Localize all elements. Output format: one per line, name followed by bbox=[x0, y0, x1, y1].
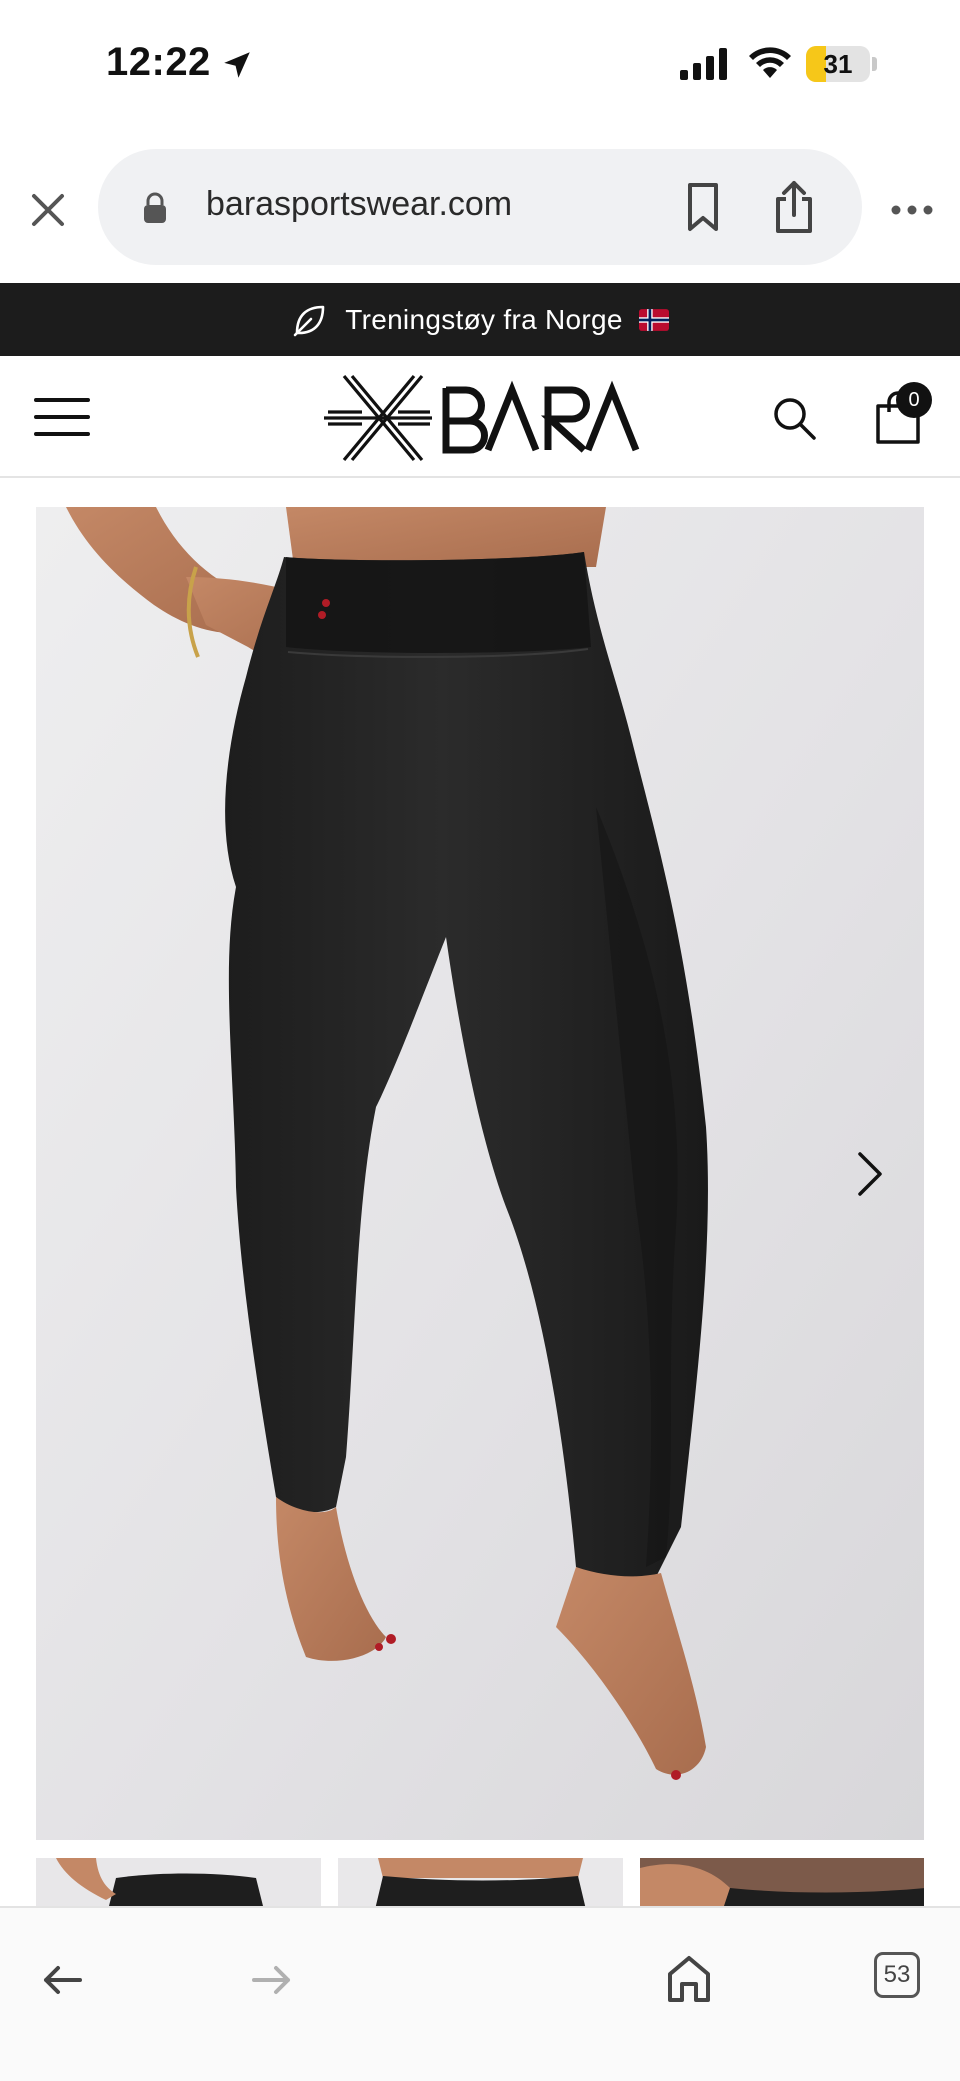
browser-address-bar: barasportswear.com bbox=[0, 130, 960, 283]
brand-logo[interactable] bbox=[322, 368, 642, 468]
url-text: barasportswear.com bbox=[206, 185, 513, 223]
thumbnail-strip bbox=[36, 1858, 924, 1908]
leggings-illustration bbox=[36, 507, 924, 1840]
tab-count: 53 bbox=[883, 1961, 911, 1988]
leaf-icon bbox=[293, 305, 325, 336]
back-arrow-icon[interactable] bbox=[40, 1958, 84, 2002]
close-button[interactable] bbox=[22, 184, 74, 236]
announcement-text: Treningstøy fra Norge bbox=[345, 303, 623, 335]
wifi-icon bbox=[749, 47, 791, 78]
hamburger-menu-icon[interactable] bbox=[34, 392, 90, 442]
home-icon[interactable] bbox=[664, 1952, 714, 2004]
thumbnail-1[interactable] bbox=[36, 1858, 321, 1908]
battery-indicator: 31 bbox=[806, 46, 877, 82]
battery-level: 31 bbox=[823, 49, 853, 79]
announcement-bar: Treningstøy fra Norge bbox=[0, 283, 960, 356]
more-icon[interactable] bbox=[888, 190, 936, 230]
site-header: 0 bbox=[0, 356, 960, 478]
forward-arrow-icon[interactable] bbox=[250, 1958, 294, 2002]
status-bar: 12:22 31 bbox=[0, 0, 960, 130]
status-time: 12:22 bbox=[106, 40, 211, 84]
url-field[interactable]: barasportswear.com bbox=[98, 149, 862, 265]
browser-bottom-toolbar: 53 bbox=[0, 1906, 960, 2081]
thumbnail-3[interactable] bbox=[640, 1858, 924, 1908]
search-icon[interactable] bbox=[770, 394, 818, 442]
chevron-right-icon[interactable] bbox=[846, 1148, 892, 1200]
lock-icon bbox=[144, 192, 166, 223]
share-icon[interactable] bbox=[768, 179, 820, 235]
norway-flag-icon bbox=[638, 308, 669, 331]
product-main-image[interactable] bbox=[36, 507, 924, 1840]
bookmark-icon[interactable] bbox=[678, 181, 728, 233]
cart-count-badge: 0 bbox=[896, 382, 932, 418]
battery-cap bbox=[872, 57, 877, 71]
thumbnail-2[interactable] bbox=[338, 1858, 623, 1908]
close-icon bbox=[32, 194, 64, 226]
cellular-signal-icon bbox=[680, 48, 727, 80]
tabs-button[interactable]: 53 bbox=[874, 1952, 920, 1998]
location-arrow-icon bbox=[224, 52, 250, 78]
